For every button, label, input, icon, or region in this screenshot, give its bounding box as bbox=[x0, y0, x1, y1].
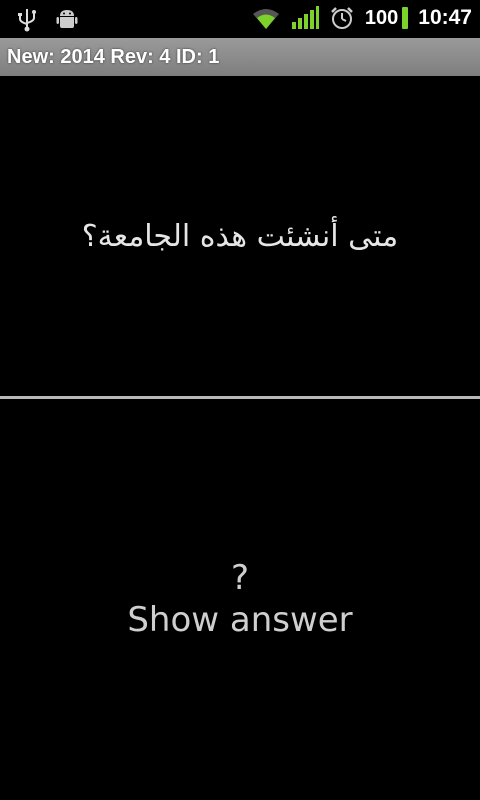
alarm-icon bbox=[331, 7, 353, 29]
card-question: متى أنشئت هذه الجامعة؟ bbox=[81, 218, 399, 254]
android-debug-icon bbox=[56, 10, 78, 28]
signal-icon bbox=[291, 6, 319, 29]
show-answer-label: Show answer bbox=[127, 599, 353, 640]
answer-placeholder: ? bbox=[230, 557, 250, 598]
usb-icon bbox=[18, 9, 36, 32]
deck-stats-title: New: 2014 Rev: 4 ID: 1 bbox=[0, 38, 480, 76]
status-bar: 100 10:47 bbox=[0, 0, 480, 38]
battery-icon bbox=[402, 7, 409, 29]
clock: 10:47 bbox=[418, 6, 472, 29]
show-answer-button[interactable]: ? Show answer bbox=[0, 399, 480, 800]
wifi-icon bbox=[252, 9, 279, 29]
battery-level: 100 bbox=[364, 6, 399, 29]
card-question-area: متى أنشئت هذه الجامعة؟ bbox=[0, 76, 480, 396]
